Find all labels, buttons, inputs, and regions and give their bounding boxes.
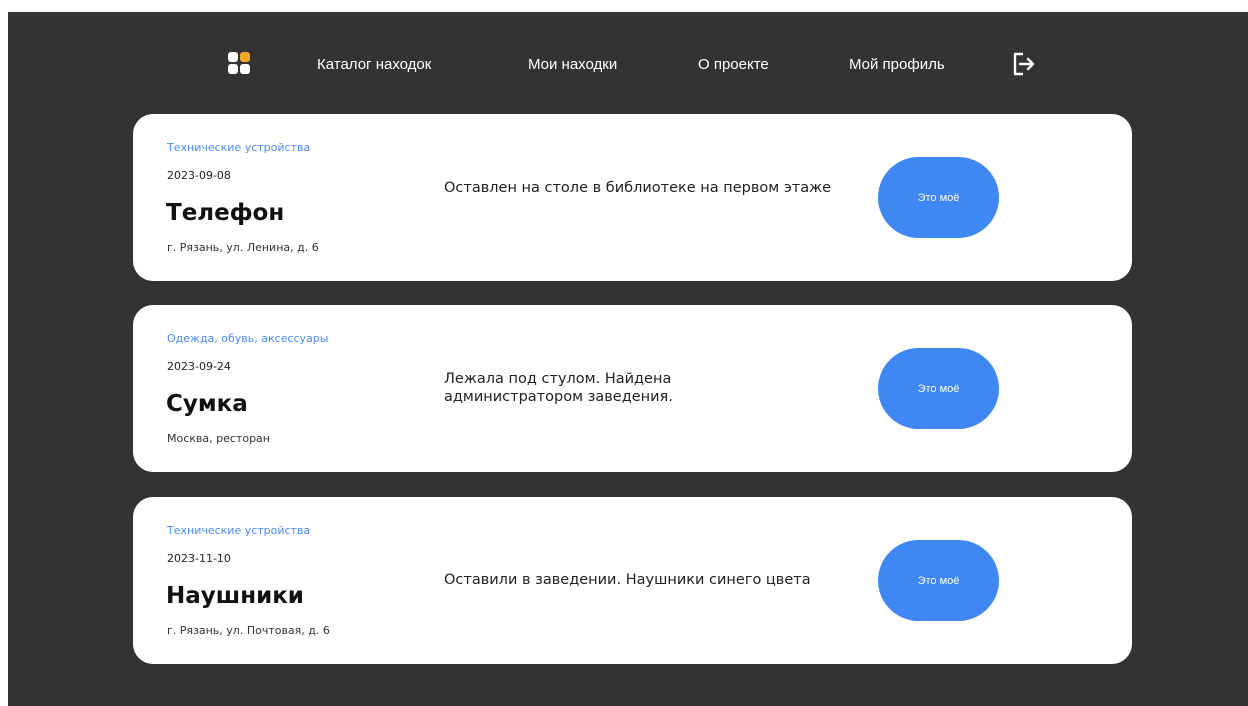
item-date: 2023-09-08 xyxy=(167,169,231,182)
item-title: Телефон xyxy=(166,200,285,226)
item-title: Наушники xyxy=(166,583,304,609)
top-navigation: Каталог находок Мои находки О проекте Мо… xyxy=(8,12,1248,114)
nav-link-about[interactable]: О проекте xyxy=(698,56,769,74)
found-item-card: Технические устройства 2023-11-10 Наушни… xyxy=(133,497,1132,664)
item-date: 2023-09-24 xyxy=(167,360,231,373)
claim-button[interactable]: Это моё xyxy=(878,157,999,238)
logout-icon[interactable] xyxy=(1011,51,1037,77)
item-category: Одежда, обувь, аксессуары xyxy=(167,332,329,345)
app-frame: Каталог находок Мои находки О проекте Мо… xyxy=(8,12,1248,706)
item-address: г. Рязань, ул. Ленина, д. 6 xyxy=(167,241,319,254)
claim-button[interactable]: Это моё xyxy=(878,348,999,429)
item-address: г. Рязань, ул. Почтовая, д. 6 xyxy=(167,624,330,637)
item-date: 2023-11-10 xyxy=(167,552,231,565)
nav-link-my-finds[interactable]: Мои находки xyxy=(528,56,617,74)
claim-button[interactable]: Это моё xyxy=(878,540,999,621)
nav-link-profile[interactable]: Мой профиль xyxy=(849,56,945,74)
found-item-card: Одежда, обувь, аксессуары 2023-09-24 Сум… xyxy=(133,305,1132,472)
item-description: Оставили в заведении. Наушники синего цв… xyxy=(444,572,811,588)
nav-link-catalog[interactable]: Каталог находок xyxy=(317,56,431,74)
item-description: Лежала под стулом. Найдена администратор… xyxy=(444,371,673,405)
app-grid-icon[interactable] xyxy=(228,52,250,74)
item-category: Технические устройства xyxy=(167,141,311,154)
found-item-card: Технические устройства 2023-09-08 Телефо… xyxy=(133,114,1132,281)
item-address: Москва, ресторан xyxy=(167,432,270,445)
item-description: Оставлен на столе в библиотеке на первом… xyxy=(444,180,832,196)
item-category: Технические устройства xyxy=(167,524,311,537)
item-title: Сумка xyxy=(166,391,248,417)
